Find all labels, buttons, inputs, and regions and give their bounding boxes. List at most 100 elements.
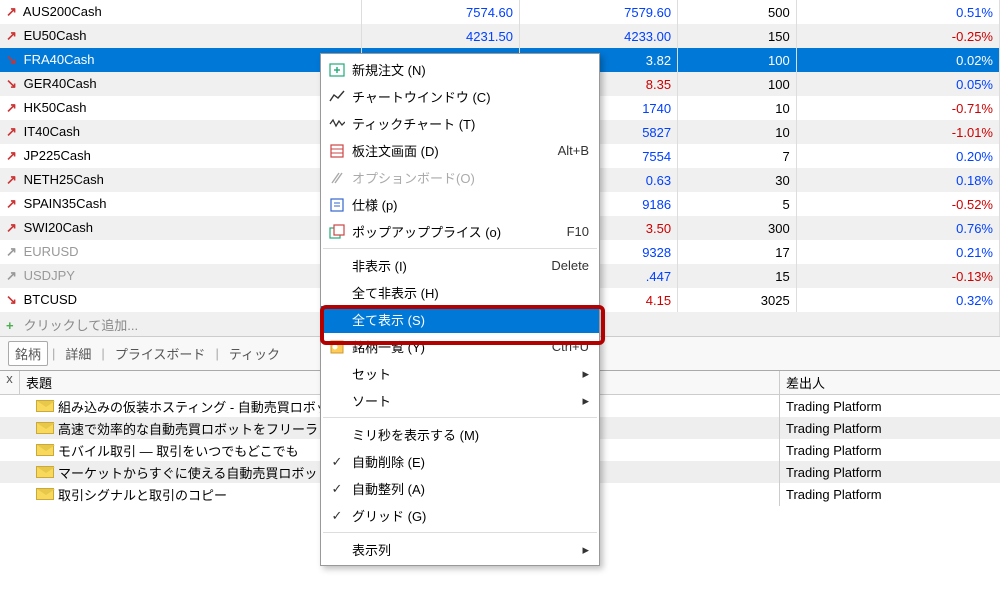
message-subject: モバイル取引 — 取引をいつでもどこでも xyxy=(58,444,299,459)
chart-icon xyxy=(325,89,349,105)
ctx-item-label: 非表示 (I) xyxy=(349,256,551,275)
ctx-item[interactable]: チャートウインドウ (C) xyxy=(321,83,599,110)
message-subject: マーケットからすぐに使える自動売買ロボットと指 xyxy=(58,466,356,481)
percent-cell: -0.71% xyxy=(796,96,999,120)
tick-icon xyxy=(325,116,349,132)
percent-cell: 0.20% xyxy=(796,144,999,168)
add-symbol-link[interactable]: クリックして追加... xyxy=(24,318,138,333)
trend-arrow-icon: ↗ xyxy=(6,124,20,140)
symbol-name: IT40Cash xyxy=(24,124,80,139)
ctx-item[interactable]: 全て非表示 (H) xyxy=(321,279,599,306)
symbol-name: NETH25Cash xyxy=(24,172,104,187)
check-icon: ✓ xyxy=(325,454,349,470)
percent-cell: 0.05% xyxy=(796,72,999,96)
ctx-item[interactable]: 板注文画面 (D)Alt+B xyxy=(321,137,599,164)
trend-arrow-icon: ↗ xyxy=(6,172,20,188)
context-menu[interactable]: 新規注文 (N) チャートウインドウ (C) ティックチャート (T) 板注文画面 (… xyxy=(320,53,600,566)
ask-cell: 7579.60 xyxy=(520,0,678,24)
size-cell: 15 xyxy=(678,264,797,288)
trend-arrow-icon: ↗ xyxy=(6,148,20,164)
ctx-item[interactable]: ティックチャート (T) xyxy=(321,110,599,137)
ctx-item[interactable]: ミリ秒を表示する (M) xyxy=(321,421,599,448)
size-cell: 100 xyxy=(678,48,797,72)
percent-cell: -1.01% xyxy=(796,120,999,144)
ctx-item[interactable]: ソート▸ xyxy=(321,387,599,414)
message-from: Trading Platform xyxy=(780,397,1000,416)
ctx-shortcut: Ctrl+U xyxy=(552,339,589,354)
ctx-item-label: 自動削除 (E) xyxy=(349,452,589,471)
ctx-item-label: ティックチャート (T) xyxy=(349,114,589,133)
size-cell: 7 xyxy=(678,144,797,168)
message-subject: 高速で効率的な自動売買ロボットをフリーラン xyxy=(58,422,331,437)
popup-icon xyxy=(325,224,349,240)
check-icon: ✓ xyxy=(325,508,349,524)
trend-arrow-icon: ↗ xyxy=(6,268,20,284)
ctx-item[interactable]: 全て表示 (S) xyxy=(321,306,599,333)
ctx-item[interactable]: 新規注文 (N) xyxy=(321,56,599,83)
ctx-item[interactable]: ポップアッププライス (o)F10 xyxy=(321,218,599,245)
percent-cell: 0.32% xyxy=(796,288,999,312)
tab-symbols[interactable]: 銘柄 xyxy=(8,341,48,366)
size-cell: 100 xyxy=(678,72,797,96)
ctx-item-label: グリッド (G) xyxy=(349,506,589,525)
symbol-name: AUS200Cash xyxy=(23,4,102,19)
ctx-item[interactable]: 非表示 (I)Delete xyxy=(321,252,599,279)
trend-arrow-icon: ↗ xyxy=(6,244,20,260)
symbol-name: GER40Cash xyxy=(24,76,97,91)
ctx-item[interactable]: ✓自動削除 (E) xyxy=(321,448,599,475)
tab-details[interactable]: 詳細 xyxy=(59,342,97,365)
percent-cell: 0.21% xyxy=(796,240,999,264)
ask-cell: 4233.00 xyxy=(520,24,678,48)
market-row[interactable]: ↗ AUS200Cash7574.607579.605000.51% xyxy=(0,0,1000,24)
submenu-arrow-icon: ▸ xyxy=(582,542,589,558)
trend-arrow-icon: ↗ xyxy=(6,28,20,44)
size-cell: 30 xyxy=(678,168,797,192)
ctx-shortcut: Delete xyxy=(551,258,589,273)
percent-cell: -0.25% xyxy=(796,24,999,48)
ctx-item-label: 表示列 xyxy=(349,540,582,559)
percent-cell: 0.76% xyxy=(796,216,999,240)
message-from: Trading Platform xyxy=(780,441,1000,460)
ctx-item[interactable]: 銘柄一覧 (Y)Ctrl+U xyxy=(321,333,599,360)
ctx-item-label: セット xyxy=(349,364,582,383)
depth-icon xyxy=(325,143,349,159)
spec-icon xyxy=(325,197,349,213)
ctx-item[interactable]: 表示列▸ xyxy=(321,536,599,563)
ctx-item[interactable]: 仕様 (p) xyxy=(321,191,599,218)
symbol-name: EURUSD xyxy=(24,244,79,259)
tab-tick[interactable]: ティック xyxy=(223,342,286,365)
plus-icon: + xyxy=(6,318,20,333)
symbol-name: FRA40Cash xyxy=(24,52,95,67)
ctx-item-label: 新規注文 (N) xyxy=(349,60,589,79)
symbol-name: USDJPY xyxy=(24,268,75,283)
message-from: Trading Platform xyxy=(780,419,1000,438)
ctx-item-label: オプションボード(O) xyxy=(349,168,589,187)
market-row[interactable]: ↗ EU50Cash4231.504233.00150-0.25% xyxy=(0,24,1000,48)
size-cell: 5 xyxy=(678,192,797,216)
messages-header-from[interactable]: 差出人 xyxy=(780,371,1000,394)
option-icon xyxy=(325,170,349,186)
ctx-item-label: ポップアッププライス (o) xyxy=(349,222,567,241)
ctx-item[interactable]: ✓グリッド (G) xyxy=(321,502,599,529)
trend-arrow-icon: ↘ xyxy=(6,292,20,308)
size-cell: 10 xyxy=(678,120,797,144)
size-cell: 17 xyxy=(678,240,797,264)
ctx-shortcut: Alt+B xyxy=(558,143,589,158)
submenu-arrow-icon: ▸ xyxy=(582,366,589,382)
ctx-item-label: チャートウインドウ (C) xyxy=(349,87,589,106)
symbol-name: BTCUSD xyxy=(24,292,77,307)
ctx-item-label: ソート xyxy=(349,391,582,410)
ctx-item-label: 全て非表示 (H) xyxy=(349,283,589,302)
tab-priceboard[interactable]: プライスボード xyxy=(109,342,212,365)
symbol-name: JP225Cash xyxy=(24,148,91,163)
symbol-name: HK50Cash xyxy=(24,100,87,115)
trend-arrow-icon: ↗ xyxy=(6,100,20,116)
percent-cell: -0.13% xyxy=(796,264,999,288)
messages-close[interactable]: x xyxy=(0,371,20,394)
ctx-item: オプションボード(O) xyxy=(321,164,599,191)
ctx-item[interactable]: ✓自動整列 (A) xyxy=(321,475,599,502)
trend-arrow-icon: ↘ xyxy=(6,52,20,68)
ctx-item[interactable]: セット▸ xyxy=(321,360,599,387)
percent-cell: 0.02% xyxy=(796,48,999,72)
trend-arrow-icon: ↘ xyxy=(6,76,20,92)
